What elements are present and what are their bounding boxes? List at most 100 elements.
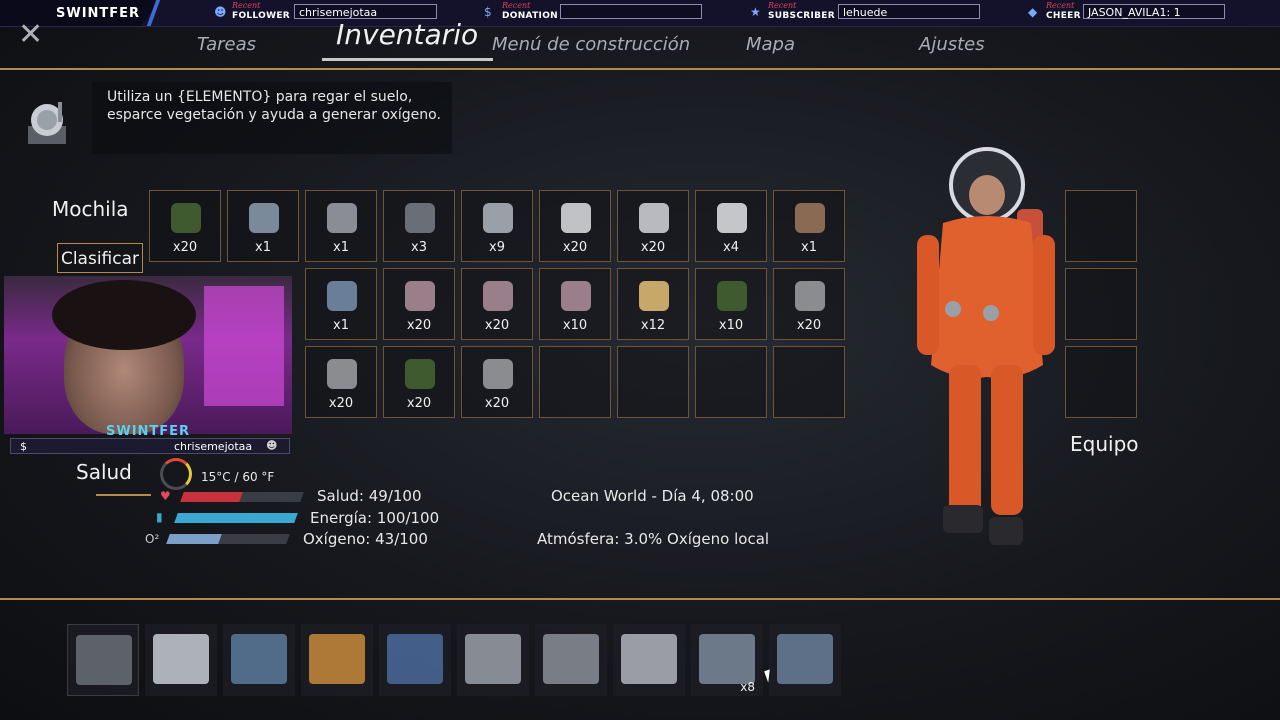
hotbar-slot[interactable]: [379, 624, 451, 696]
webcam-feed: [4, 276, 292, 434]
temperature-gauge-icon: [160, 458, 192, 490]
buildable-icon: [777, 634, 833, 684]
equipment-slot[interactable]: [1065, 346, 1137, 418]
item-icon: [483, 203, 513, 233]
oxygen-bar-fill: [166, 534, 222, 544]
stream-overlay-bar: SWINTFER ☻ Recent FOLLOWER chrisemejotaa…: [0, 0, 1280, 27]
buildable-icon: [543, 634, 599, 684]
inventory-slot[interactable]: [773, 346, 845, 418]
item-icon: [795, 281, 825, 311]
tab-construccion[interactable]: Menú de construcción: [492, 34, 690, 55]
equipment-slot[interactable]: [1065, 268, 1137, 340]
item-count: x20: [484, 396, 510, 411]
star-icon: ★: [750, 5, 761, 19]
sort-button[interactable]: Clasificar: [57, 243, 143, 273]
footer-divider: [0, 598, 1280, 600]
item-icon: [171, 203, 201, 233]
inventory-slot[interactable]: x12: [617, 268, 689, 340]
item-icon: [561, 281, 591, 311]
donation-widget: $ Recent DONATION: [484, 1, 704, 23]
item-icon: [327, 359, 357, 389]
buildable-icon: [153, 634, 209, 684]
inventory-title: Mochila: [52, 197, 129, 221]
item-count: x12: [640, 318, 666, 333]
energy-text: Energía: 100/100: [310, 509, 440, 527]
webcam-name: chrisemejotaa: [174, 440, 253, 453]
inventory-slot[interactable]: x20: [383, 346, 455, 418]
buildable-icon: [387, 634, 443, 684]
health-bar-fill: [180, 492, 243, 502]
inventory-slot[interactable]: x20: [617, 190, 689, 262]
inventory-slot[interactable]: x20: [383, 268, 455, 340]
energy-bar: [174, 513, 298, 523]
subscriber-value: lehuede: [838, 4, 980, 19]
oxygen-icon: O²: [145, 532, 160, 546]
item-icon: [639, 281, 669, 311]
hotbar-slot[interactable]: [769, 624, 841, 696]
inventory-slot[interactable]: x1: [227, 190, 299, 262]
tab-inventario[interactable]: Inventario: [336, 18, 478, 51]
inventory-slot[interactable]: x10: [539, 268, 611, 340]
item-icon: [483, 281, 513, 311]
tab-tareas[interactable]: Tareas: [197, 34, 256, 55]
inventory-slot[interactable]: x20: [149, 190, 221, 262]
world-info: Ocean World - Día 4, 08:00: [551, 487, 754, 505]
item-icon: [795, 203, 825, 233]
hotbar-slot[interactable]: [67, 624, 139, 696]
cheer-value: JASON_AVILA1: 1: [1083, 4, 1225, 19]
tooltip-text: Utiliza un {ELEMENTO} para regar el suel…: [107, 89, 441, 123]
buildable-icon: [465, 634, 521, 684]
diamond-icon: ◆: [1028, 5, 1038, 19]
hotbar-slot[interactable]: [223, 624, 295, 696]
inventory-slot[interactable]: [617, 346, 689, 418]
item-count: x20: [484, 318, 510, 333]
buildable-icon: [699, 634, 755, 684]
inventory-slot[interactable]: x1: [305, 190, 377, 262]
inventory-slot[interactable]: x3: [383, 190, 455, 262]
inventory-slot[interactable]: x1: [773, 190, 845, 262]
hotbar-slot[interactable]: [301, 624, 373, 696]
dollar-icon: $: [484, 5, 492, 19]
user-icon: ☻: [214, 5, 227, 19]
inventory-slot[interactable]: x20: [305, 346, 377, 418]
inventory-slot[interactable]: x9: [461, 190, 533, 262]
inventory-slot[interactable]: x10: [695, 268, 767, 340]
item-icon: [405, 359, 435, 389]
item-icon: [561, 203, 591, 233]
tab-ajustes[interactable]: Ajustes: [919, 34, 985, 55]
item-icon: [717, 203, 747, 233]
inventory-slot[interactable]: x20: [773, 268, 845, 340]
item-count: x20: [406, 396, 432, 411]
inventory-slot[interactable]: x20: [539, 190, 611, 262]
hotbar-slot[interactable]: [613, 624, 685, 696]
inventory-slot[interactable]: x20: [461, 346, 533, 418]
dollar-icon: $: [20, 440, 27, 453]
item-icon: [249, 203, 279, 233]
hotbar-slot[interactable]: [535, 624, 607, 696]
inventory-slot[interactable]: [539, 346, 611, 418]
hotbar-slot[interactable]: [457, 624, 529, 696]
item-icon: [327, 281, 357, 311]
item-icon: [483, 359, 513, 389]
equipment-slot[interactable]: [1065, 190, 1137, 262]
user-icon: ☻: [266, 439, 278, 452]
health-text: Salud: 49/100: [317, 487, 422, 505]
item-count: x3: [411, 240, 427, 255]
hotbar-slot[interactable]: [145, 624, 217, 696]
inventory-slot[interactable]: x20: [461, 268, 533, 340]
inventory-slot[interactable]: x1: [305, 268, 377, 340]
hotbar-slot[interactable]: x8: [691, 624, 763, 696]
health-bar: [180, 492, 304, 502]
item-count: x1: [333, 240, 349, 255]
inventory-slot[interactable]: x4: [695, 190, 767, 262]
close-icon[interactable]: ✕: [18, 20, 43, 50]
equipment-title: Equipo: [1070, 432, 1139, 456]
buildable-icon: [231, 634, 287, 684]
tab-mapa[interactable]: Mapa: [746, 34, 795, 55]
oxygen-bar: [166, 534, 290, 544]
buildable-icon: [76, 635, 132, 685]
item-count: x9: [489, 240, 505, 255]
atmosphere-info: Atmósfera: 3.0% Oxígeno local: [537, 530, 770, 548]
inventory-slot[interactable]: [695, 346, 767, 418]
item-count: x4: [723, 240, 739, 255]
